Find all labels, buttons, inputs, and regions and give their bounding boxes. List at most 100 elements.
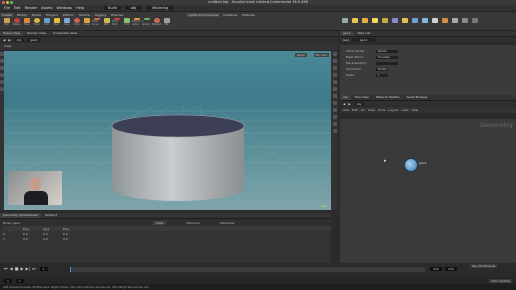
tool-stereo-cam[interactable] (450, 18, 459, 26)
snapshot-icon[interactable] (332, 101, 337, 105)
tab-geometry-spreadsheet[interactable]: Geometry Spreadsheet (0, 213, 41, 218)
tool-lsystem[interactable]: L-System (142, 18, 151, 26)
tool-torus[interactable]: Torus (32, 18, 41, 26)
tool-draw-curve[interactable]: Draw Curve (92, 18, 101, 26)
range-end-field-2[interactable]: 240 (445, 267, 457, 271)
tab-network-obj[interactable]: obj (340, 95, 351, 100)
tab-textport[interactable]: Textport (41, 213, 61, 218)
network-path[interactable]: obj (353, 101, 365, 106)
tool-vr-cam[interactable] (460, 18, 469, 26)
close-icon[interactable] (2, 1, 5, 4)
menu-item-render[interactable]: Render (25, 6, 37, 10)
layout-icon[interactable] (332, 122, 337, 126)
param-field[interactable]: Translate (376, 55, 398, 59)
spreadsheet-view-menu[interactable]: View (153, 220, 167, 225)
tool-area-light[interactable] (370, 18, 379, 26)
menu-item-file[interactable]: File (4, 6, 10, 10)
render-region-icon[interactable] (332, 129, 337, 133)
prev-frame-icon[interactable]: ◀ (10, 266, 13, 271)
normals-icon[interactable] (332, 94, 337, 98)
tab-composite-view[interactable]: Composite View (50, 31, 81, 36)
back-arrow-icon[interactable]: ◀ (3, 38, 5, 42)
shelf-tab-rigging[interactable]: Rigging (92, 12, 109, 17)
tool-curve[interactable]: Curve (82, 18, 91, 26)
network-menu-view[interactable]: View (368, 108, 375, 112)
tool-caustic[interactable] (440, 18, 449, 26)
network-menu-tools[interactable]: Tools (378, 108, 385, 112)
timeline-track[interactable] (70, 267, 425, 272)
menu-item-assets[interactable]: Assets (41, 6, 52, 10)
path-select[interactable]: obj (124, 6, 143, 10)
menu-item-windows[interactable]: Windows (57, 6, 73, 10)
network-menu-go[interactable]: Go (361, 108, 365, 112)
last-frame-icon[interactable]: ⏭ (32, 266, 36, 271)
tool-switcher[interactable] (470, 18, 479, 26)
shelf-tab-collisions[interactable]: Collisions (221, 12, 240, 17)
stop-icon[interactable]: ■ (15, 266, 19, 271)
lighting-icon[interactable] (332, 59, 337, 63)
network-forward-icon[interactable]: ▶ (348, 102, 350, 106)
shelf-tab-create[interactable]: Create (0, 12, 14, 17)
tool-grid[interactable]: Grid (42, 18, 51, 26)
tool-point-light[interactable] (350, 18, 359, 26)
display-options-icon[interactable] (332, 52, 337, 56)
tool-circle[interactable]: Circle (72, 18, 81, 26)
build-desktop-select[interactable]: Build (104, 6, 121, 10)
first-frame-icon[interactable]: ⏮ (4, 266, 8, 271)
geo-node[interactable] (404, 158, 418, 172)
param-field[interactable]: Enable (376, 67, 388, 71)
tool-line[interactable]: Line (62, 18, 71, 26)
viewport[interactable]: Persp No cam Geo (4, 51, 331, 210)
camera-menu-icon[interactable] (332, 108, 337, 112)
forward-arrow-icon[interactable]: ▶ (8, 38, 10, 42)
key-all-channels-button[interactable]: Key All Channels (470, 264, 498, 268)
tab-render-view[interactable]: Render View (24, 31, 49, 36)
ghost-icon[interactable] (332, 80, 337, 84)
scene-node[interactable]: geo1 (27, 37, 41, 42)
play-icon[interactable]: ▶ (20, 266, 23, 271)
param-field[interactable]: 1 (376, 73, 388, 77)
spreadsheet-attributes[interactable]: Attributes (220, 221, 235, 225)
tool-vol-light[interactable] (390, 18, 399, 26)
lock-icon[interactable] (332, 115, 337, 119)
network-menu-add[interactable]: Add (343, 108, 349, 112)
wireframe-icon[interactable] (332, 73, 337, 77)
network-menu-labs[interactable]: Labs (402, 108, 409, 112)
tool-geo-light[interactable] (380, 18, 389, 26)
tool-sky-light[interactable] (420, 18, 429, 26)
menu-item-help[interactable]: Help (76, 6, 84, 10)
shelf-tab-deform[interactable]: Deform (60, 12, 76, 17)
shelf-tab-model[interactable]: Model (29, 12, 43, 17)
spreadsheet-intrinsics[interactable]: Intrinsics (186, 221, 200, 225)
shading-icon[interactable] (332, 66, 337, 70)
tool-font[interactable]: Font (122, 18, 131, 26)
menu-item-edit[interactable]: Edit (14, 6, 21, 10)
network-menu-layout[interactable]: Layout (388, 108, 398, 112)
tab-asset-browser[interactable]: Asset Browser (403, 95, 431, 100)
tab-tree-view[interactable]: Tree View (351, 95, 372, 100)
tool-platonic[interactable]: Platonic Solids (132, 18, 141, 26)
shelf-tab-particles[interactable]: Particles (240, 12, 257, 17)
shelf-tab-polygon[interactable]: Polygon (43, 12, 60, 17)
params-node-name[interactable]: geo1 (352, 37, 376, 42)
persp-menu[interactable]: Persp (294, 53, 307, 57)
tab-params-geo1[interactable]: geo1 (340, 31, 354, 36)
camera-menu[interactable]: No cam (313, 53, 329, 57)
scene-path[interactable]: obj (13, 37, 25, 42)
network-back-icon[interactable]: ◀ (343, 102, 345, 106)
tab-material-palette[interactable]: Material Palette (372, 95, 403, 100)
tool-dist-light[interactable] (400, 18, 409, 26)
current-frame-field[interactable]: 1 (39, 266, 48, 271)
auto-update-button[interactable]: Auto Update (489, 278, 512, 283)
desktop-select[interactable]: Modeling (146, 6, 175, 10)
shelf-tab-texture[interactable]: Texture (76, 12, 92, 17)
points-icon[interactable] (332, 87, 337, 91)
tool-metaball[interactable]: Metaball (152, 18, 161, 26)
param-field[interactable]: Rotate (376, 49, 398, 53)
tool-box[interactable]: Box (2, 18, 11, 26)
tool-env-light[interactable] (410, 18, 419, 26)
next-frame-icon[interactable]: ▶| (26, 266, 30, 271)
network-editor[interactable]: Geometry geo1 ▸ (340, 119, 516, 264)
minimize-icon[interactable] (6, 1, 9, 4)
tool-spray-paint[interactable]: Spray Paint (112, 18, 121, 26)
